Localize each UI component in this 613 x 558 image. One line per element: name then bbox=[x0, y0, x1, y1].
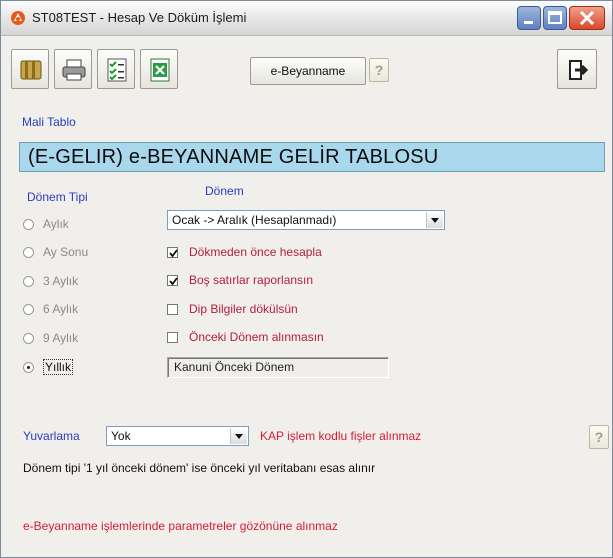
checkbox-box bbox=[167, 332, 178, 343]
minimize-icon bbox=[524, 21, 533, 24]
main-window: ST08TEST - Hesap Ve Döküm İşlemi e-Beyan… bbox=[0, 0, 613, 558]
yuvarlama-label: Yuvarlama bbox=[23, 429, 80, 443]
exit-door-icon bbox=[569, 60, 589, 80]
donem-label: Dönem bbox=[205, 184, 244, 198]
maximize-icon bbox=[548, 11, 562, 24]
book-button[interactable] bbox=[11, 49, 49, 89]
toolbar-help-button[interactable]: ? bbox=[369, 58, 389, 82]
info-text: Dönem tipi '1 yıl önceki dönem' ise önce… bbox=[23, 461, 376, 475]
printer-icon bbox=[62, 59, 86, 81]
excel-export-button[interactable] bbox=[140, 49, 178, 89]
radio-circle bbox=[23, 247, 34, 258]
maximize-button[interactable] bbox=[543, 6, 567, 30]
report-header: (E-GELIR) e-BEYANNAME GELİR TABLOSU bbox=[19, 142, 605, 172]
radio-label: 6 Aylık bbox=[43, 302, 79, 316]
checklist-button[interactable] bbox=[97, 49, 135, 89]
minimize-button[interactable] bbox=[517, 6, 541, 30]
checkbox-label: Önceki Dönem alınmasın bbox=[189, 330, 324, 344]
mali-tablo-label: Mali Tablo bbox=[22, 115, 76, 129]
checkbox-box bbox=[167, 247, 178, 258]
toolbar: e-Beyanname ? bbox=[11, 49, 603, 97]
exit-button[interactable] bbox=[557, 49, 597, 89]
checkbox-box bbox=[167, 275, 178, 286]
checkbox-box bbox=[167, 304, 178, 315]
radio-circle bbox=[23, 333, 34, 344]
readonly-value: Kanuni Önceki Dönem bbox=[174, 360, 295, 374]
app-logo-icon bbox=[10, 10, 26, 26]
checkbox-label: Dökmeden önce hesapla bbox=[189, 245, 322, 259]
print-button[interactable] bbox=[54, 49, 92, 89]
radio-label: 9 Aylık bbox=[43, 331, 79, 345]
select-value: Ocak -> Aralık (Hesaplanmadı) bbox=[172, 213, 337, 227]
checkmark-icon bbox=[169, 277, 178, 286]
radio-label: Ay Sonu bbox=[43, 245, 89, 259]
chevron-down-icon[interactable] bbox=[230, 428, 247, 444]
radio-circle bbox=[23, 276, 34, 287]
e-beyanname-button[interactable]: e-Beyanname bbox=[250, 57, 366, 85]
kap-warning: KAP işlem kodlu fişler alınmaz bbox=[260, 429, 422, 443]
close-icon bbox=[579, 10, 595, 26]
yuvarlama-select[interactable]: Yok bbox=[106, 426, 249, 446]
select-value: Yok bbox=[111, 429, 131, 443]
report-title: (E-GELIR) e-BEYANNAME GELİR TABLOSU bbox=[28, 146, 439, 168]
radio-circle bbox=[23, 304, 34, 315]
title-bar[interactable]: ST08TEST - Hesap Ve Döküm İşlemi bbox=[1, 1, 612, 36]
checkbox-label: Boş satırlar raporlansın bbox=[189, 273, 314, 287]
kanuni-onceki-donem-field: Kanuni Önceki Dönem bbox=[167, 357, 389, 378]
checkbox-label: Dip Bilgiler dökülsün bbox=[189, 302, 298, 316]
footer-warning: e-Beyanname işlemlerinde parametreler gö… bbox=[23, 519, 338, 533]
radio-label: 3 Aylık bbox=[43, 274, 79, 288]
radio-label: Yıllık bbox=[43, 359, 74, 375]
donem-select[interactable]: Ocak -> Aralık (Hesaplanmadı) bbox=[167, 210, 445, 230]
close-button[interactable] bbox=[569, 6, 605, 30]
radio-circle bbox=[23, 219, 34, 230]
radio-label: Aylık bbox=[43, 217, 69, 231]
donem-tipi-label: Dönem Tipi bbox=[27, 190, 88, 204]
excel-icon bbox=[150, 58, 170, 82]
help-button[interactable]: ? bbox=[589, 425, 609, 449]
checkmark-icon bbox=[169, 249, 178, 258]
window-title: ST08TEST - Hesap Ve Döküm İşlemi bbox=[32, 10, 247, 25]
book-icon bbox=[20, 60, 42, 80]
chevron-down-icon[interactable] bbox=[426, 212, 443, 228]
checklist-icon bbox=[107, 58, 127, 82]
radio-circle-selected bbox=[23, 362, 34, 373]
